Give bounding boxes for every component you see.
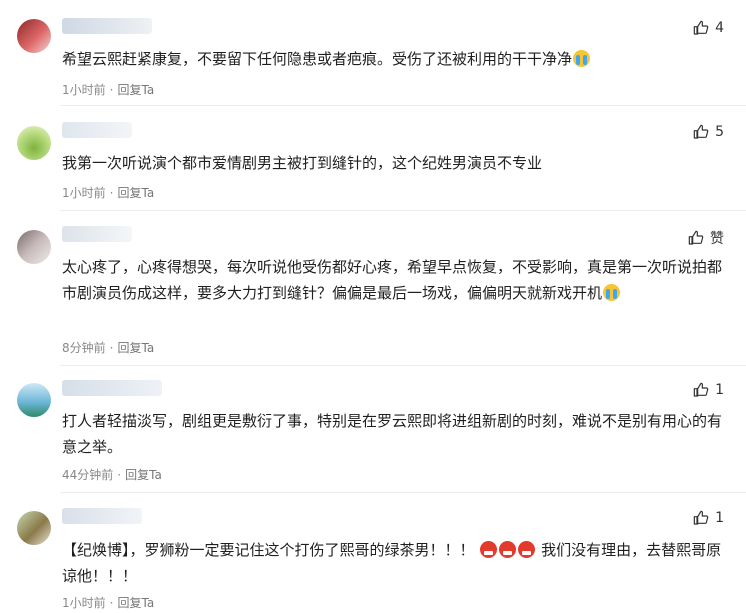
thumbs-up-icon bbox=[688, 230, 704, 245]
username-blurred[interactable] bbox=[62, 122, 132, 138]
like-button[interactable]: 5 bbox=[693, 124, 724, 140]
avatar[interactable] bbox=[17, 383, 51, 417]
loudly-crying-emoji bbox=[603, 284, 621, 301]
reply-button[interactable]: 回复Ta bbox=[117, 339, 154, 356]
thumbs-up-icon bbox=[693, 124, 709, 139]
like-button[interactable]: 赞 bbox=[688, 228, 724, 248]
angry-face-emoji bbox=[499, 541, 517, 558]
timestamp: 44分钟前 bbox=[62, 468, 114, 482]
divider bbox=[60, 210, 746, 211]
username-blurred[interactable] bbox=[62, 380, 162, 396]
thumbs-up-icon bbox=[693, 510, 709, 525]
like-label: 赞 bbox=[710, 231, 724, 247]
reply-button[interactable]: 回复Ta bbox=[125, 466, 162, 483]
username-blurred[interactable] bbox=[62, 226, 132, 242]
comment-meta: 1小时前 · 回复Ta bbox=[62, 81, 155, 98]
like-count: 5 bbox=[715, 124, 724, 140]
like-button[interactable]: 4 bbox=[693, 20, 724, 36]
timestamp: 1小时前 bbox=[62, 186, 106, 200]
username-blurred[interactable] bbox=[62, 508, 142, 524]
avatar[interactable] bbox=[17, 230, 51, 264]
thumbs-up-icon bbox=[693, 382, 709, 397]
timestamp: 8分钟前 bbox=[62, 341, 106, 355]
comment-text: 打人者轻描淡写，剧组更是敷衍了事，特别是在罗云熙即将进组新剧的时刻，难说不是别有… bbox=[62, 412, 723, 456]
comment-meta: 1小时前 · 回复Ta bbox=[62, 594, 155, 611]
like-count: 4 bbox=[715, 20, 724, 36]
like-count: 1 bbox=[715, 382, 724, 398]
divider bbox=[60, 492, 746, 493]
comment-text: 太心疼了，心疼得想哭，每次听说他受伤都好心疼，希望早点恢复，不受影响，真是第一次… bbox=[62, 258, 723, 302]
timestamp: 1小时前 bbox=[62, 83, 106, 97]
like-button[interactable]: 1 bbox=[693, 510, 724, 526]
comment-meta: 8分钟前 · 回复Ta bbox=[62, 339, 155, 356]
thumbs-up-icon bbox=[693, 20, 709, 35]
angry-face-emoji bbox=[480, 541, 498, 558]
comment-meta: 44分钟前 · 回复Ta bbox=[62, 466, 162, 483]
comment-meta: 1小时前 · 回复Ta bbox=[62, 184, 155, 201]
loudly-crying-emoji bbox=[573, 50, 591, 67]
avatar[interactable] bbox=[17, 511, 51, 545]
comment-text: 希望云熙赶紧康复，不要留下任何隐患或者疤痕。受伤了还被利用的干干净净 bbox=[62, 46, 726, 72]
reply-button[interactable]: 回复Ta bbox=[117, 184, 154, 201]
divider bbox=[60, 105, 746, 106]
reply-button[interactable]: 回复Ta bbox=[117, 81, 154, 98]
comment-text: 【纪焕博】，罗狮粉一定要记住这个打伤了熙哥的绿茶男！！！ 我们没有理由，去替熙哥… bbox=[62, 541, 722, 585]
avatar[interactable] bbox=[17, 19, 51, 53]
divider bbox=[60, 365, 746, 366]
timestamp: 1小时前 bbox=[62, 596, 106, 610]
avatar[interactable] bbox=[17, 126, 51, 160]
comment-text: 我第一次听说演个都市爱情剧男主被打到缝针的，这个纪姓男演员不专业 bbox=[62, 154, 543, 172]
like-button[interactable]: 1 bbox=[693, 382, 724, 398]
angry-face-emoji bbox=[518, 541, 536, 558]
username-blurred[interactable] bbox=[62, 18, 152, 34]
reply-button[interactable]: 回复Ta bbox=[117, 594, 154, 611]
like-count: 1 bbox=[715, 510, 724, 526]
